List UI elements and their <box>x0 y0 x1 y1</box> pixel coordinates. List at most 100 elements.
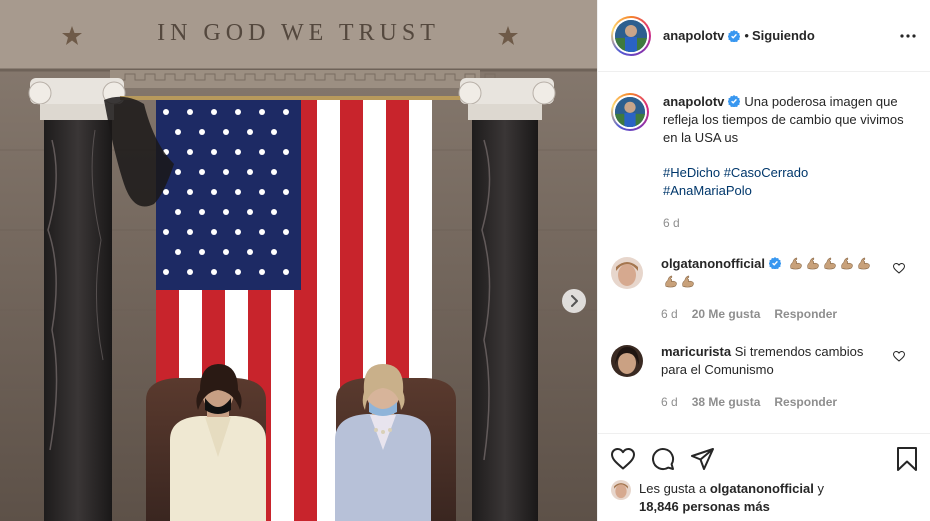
comment-timestamp[interactable]: 6 d <box>661 305 678 323</box>
flag-star <box>199 169 205 175</box>
flag-star <box>283 269 289 275</box>
photo-scene <box>0 0 597 521</box>
caption-timestamp[interactable]: 6 d <box>663 214 680 232</box>
flag-star <box>199 129 205 135</box>
comment-username[interactable]: olgatanonofficial <box>661 256 765 271</box>
flag-star <box>187 109 193 115</box>
following-button[interactable]: Siguiendo <box>752 28 815 43</box>
comment-item: maricurista Si tremendos cambios para el… <box>611 343 921 411</box>
bookmark-icon <box>897 447 917 471</box>
flag-star <box>247 249 253 255</box>
avatar-image <box>611 257 643 289</box>
flag-star <box>235 109 241 115</box>
likes-prefix: Les gusta a <box>639 481 707 496</box>
wall-inscription: IN GOD WE TRUST <box>157 20 440 46</box>
share-button[interactable] <box>691 448 715 470</box>
flag-star <box>163 229 169 235</box>
likes-summary: Les gusta a olgatanonofficial y 18,846 p… <box>598 480 930 516</box>
flag-star <box>211 189 217 195</box>
flag-star <box>175 129 181 135</box>
avatar-image <box>611 480 631 500</box>
flag-star <box>283 149 289 155</box>
flag-star <box>259 269 265 275</box>
save-button[interactable] <box>896 447 918 471</box>
flag-star <box>199 209 205 215</box>
flag-star <box>283 229 289 235</box>
likes-others-count[interactable]: 18,846 personas más <box>639 499 770 514</box>
flag-star <box>235 269 241 275</box>
commenter-avatar[interactable] <box>611 345 643 377</box>
comment-likes-count[interactable]: 20 Me gusta <box>692 305 761 323</box>
commenter-avatar[interactable] <box>611 257 643 289</box>
next-photo-button[interactable] <box>562 289 586 313</box>
flexed-biceps-icon <box>856 256 871 271</box>
comment-icon <box>652 448 675 471</box>
flag-star <box>163 109 169 115</box>
more-horizontal-icon <box>900 33 916 38</box>
flag-star <box>259 149 265 155</box>
profile-avatar[interactable] <box>611 15 651 56</box>
flag-star <box>235 229 241 235</box>
flag-star <box>247 169 253 175</box>
flag-star <box>271 169 277 175</box>
caption-hashtags[interactable]: #AnaMariaPolo <box>663 182 913 200</box>
flag-star <box>247 129 253 135</box>
header-username[interactable]: anapolotv <box>663 28 724 43</box>
send-icon <box>691 448 714 470</box>
flag-star <box>211 229 217 235</box>
flag-star <box>223 209 229 215</box>
flag-star <box>259 109 265 115</box>
reply-button[interactable]: Responder <box>774 305 837 323</box>
flag-star <box>187 149 193 155</box>
flexed-biceps-icon <box>839 256 854 271</box>
post-header: anapolotv • Siguiendo <box>598 0 930 72</box>
comment-timestamp[interactable]: 6 d <box>661 393 678 411</box>
flag-star <box>283 109 289 115</box>
flag-star <box>223 129 229 135</box>
chevron-right-icon <box>571 295 578 307</box>
post-photo[interactable]: IN GOD WE TRUST <box>0 0 597 521</box>
post-caption: anapolotv Una poderosa imagen que reflej… <box>611 93 921 232</box>
flag-star <box>235 149 241 155</box>
flag-star <box>271 129 277 135</box>
flag-star <box>235 189 241 195</box>
avatar-image <box>615 19 647 52</box>
flag-star <box>283 189 289 195</box>
flag-star <box>271 249 277 255</box>
comment-button[interactable] <box>651 447 675 471</box>
like-button[interactable] <box>611 448 635 470</box>
flag-star <box>211 109 217 115</box>
flag-star <box>175 249 181 255</box>
post-side-panel: anapolotv • Siguiendo anapolotv Una pode… <box>597 0 930 521</box>
comment-username[interactable]: maricurista <box>661 344 731 359</box>
comments-list[interactable]: anapolotv Una poderosa imagen que reflej… <box>598 73 930 433</box>
post-actions: Les gusta a olgatanonofficial y 18,846 p… <box>598 433 930 521</box>
flag-star <box>199 249 205 255</box>
flag-star <box>187 229 193 235</box>
liker-avatar[interactable] <box>611 480 631 500</box>
verified-badge-icon <box>728 29 741 42</box>
more-options-button[interactable] <box>900 33 916 38</box>
reply-button[interactable]: Responder <box>774 393 837 411</box>
flag-star <box>163 189 169 195</box>
avatar-image <box>611 345 643 377</box>
header-separator: • <box>744 28 749 43</box>
comment-likes-count[interactable]: 38 Me gusta <box>692 393 761 411</box>
flexed-biceps-icon <box>680 274 695 289</box>
comment-like-heart-icon[interactable] <box>893 263 905 274</box>
flag-star <box>259 229 265 235</box>
flag-star <box>211 149 217 155</box>
caption-hashtags[interactable]: #HeDicho #CasoCerrado <box>663 164 913 182</box>
flag-star <box>175 169 181 175</box>
verified-badge-icon <box>769 257 781 269</box>
comment-item: olgatanonofficial 6 d 20 Me gusta Respon… <box>611 255 921 323</box>
flag-star <box>223 249 229 255</box>
flexed-biceps-icon <box>822 256 837 271</box>
caption-username[interactable]: anapolotv <box>663 94 724 109</box>
flexed-biceps-icon <box>788 256 803 271</box>
comment-like-heart-icon[interactable] <box>893 351 905 362</box>
flag-star <box>175 209 181 215</box>
liker-username[interactable]: olgatanonofficial <box>710 481 814 496</box>
caption-avatar[interactable] <box>611 93 649 131</box>
flag-star <box>163 269 169 275</box>
